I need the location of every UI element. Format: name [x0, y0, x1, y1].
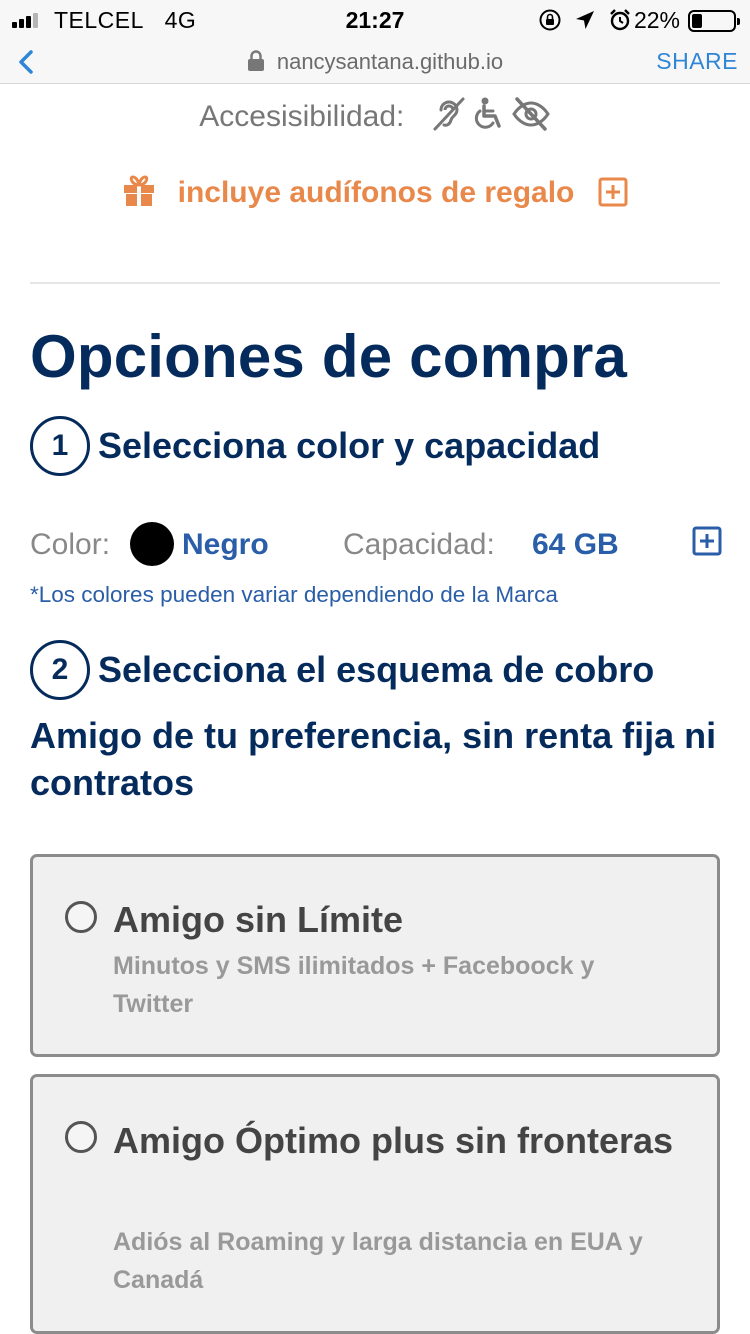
- plan-title: Amigo sin Límite: [113, 899, 404, 940]
- expand-plus-icon[interactable]: [598, 177, 628, 215]
- step-title: Selecciona el esquema de cobro: [98, 649, 655, 690]
- plan-title: Amigo Óptimo plus sin fronteras: [113, 1120, 674, 1161]
- accessibility-row: Accesisibilidad:: [0, 96, 750, 140]
- step-2-heading: 2 Selecciona el esquema de cobro: [30, 640, 654, 700]
- expand-options-plus-icon[interactable]: [692, 526, 722, 564]
- color-value[interactable]: Negro: [182, 528, 269, 562]
- gift-text: incluye audífonos de regalo: [177, 176, 575, 209]
- plans-subheading: Amigo de tu preferencia, sin renta fija …: [30, 715, 717, 803]
- plan-radio-button[interactable]: [65, 1121, 97, 1153]
- page-title: Opciones de compra: [30, 323, 628, 390]
- color-label: Color:: [30, 528, 111, 561]
- plan-card-amigo-sin-limite[interactable]: Amigo sin Límite Minutos y SMS ilimitado…: [30, 854, 720, 1057]
- url-text: nancysantana.github.io: [276, 49, 504, 74]
- color-disclaimer: *Los colores pueden variar dependiendo d…: [30, 582, 558, 607]
- gift-icon: [122, 175, 156, 215]
- wheelchair-icon[interactable]: [471, 96, 507, 140]
- hearing-impaired-icon[interactable]: [431, 96, 467, 140]
- browser-bar: nancysantana.github.io SHARE: [0, 40, 750, 84]
- step-1-heading: 1 Selecciona color y capacidad: [30, 416, 600, 476]
- section-divider: [30, 282, 720, 284]
- lock-icon: [247, 50, 265, 78]
- color-swatch[interactable]: [130, 522, 174, 566]
- location-arrow-icon: [574, 9, 596, 31]
- battery-icon: [688, 10, 740, 32]
- plan-description: Adiós al Roaming y larga distancia en EU…: [113, 1228, 643, 1294]
- visually-impaired-icon[interactable]: [511, 96, 551, 140]
- step-number-badge: 1: [30, 416, 90, 476]
- status-bar: TELCEL 4G 21:27 22%: [0, 0, 750, 40]
- url-display[interactable]: nancysantana.github.io: [0, 49, 750, 78]
- rotation-lock-icon: [538, 8, 562, 32]
- gift-promo: incluye audífonos de regalo: [0, 175, 750, 215]
- color-capacity-row: Color: Negro Capacidad: 64 GB: [30, 522, 722, 566]
- share-button[interactable]: SHARE: [656, 48, 738, 75]
- step-number-badge: 2: [30, 640, 90, 700]
- plan-description: Minutos y SMS ilimitados + Faceboock y T…: [113, 952, 595, 1018]
- plan-radio-button[interactable]: [65, 901, 97, 933]
- step-title: Selecciona color y capacidad: [98, 425, 601, 466]
- plan-card-amigo-optimo-plus[interactable]: Amigo Óptimo plus sin fronteras Adiós al…: [30, 1074, 720, 1334]
- battery-percent: 22%: [633, 7, 680, 33]
- capacity-label: Capacidad:: [343, 528, 495, 561]
- alarm-icon: [608, 8, 632, 32]
- capacity-value[interactable]: 64 GB: [532, 528, 619, 562]
- accessibility-label: Accesisibilidad:: [199, 100, 405, 133]
